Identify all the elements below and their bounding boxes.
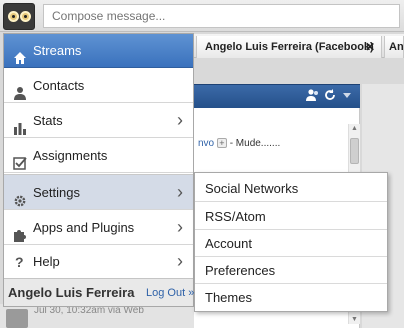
close-icon[interactable]: ✕ [365, 36, 375, 58]
menu-item-label: Contacts [33, 78, 85, 93]
avatar [6, 309, 28, 328]
submenu-item-preferences[interactable]: Preferences [195, 257, 387, 284]
scroll-up-icon[interactable]: ▲ [349, 124, 360, 133]
post-footer: Jul 30, 10:32am via Web [0, 304, 194, 328]
submenu-item-themes[interactable]: Themes [195, 284, 387, 311]
tab-label: An [389, 41, 404, 53]
user-name: Angelo Luis Ferreira [8, 285, 135, 300]
column-header [194, 84, 360, 108]
top-bar [0, 0, 404, 32]
expand-plus-icon[interactable]: + [216, 138, 227, 148]
settings-submenu: Social Networks RSS/Atom Account Prefere… [194, 172, 388, 312]
puzzle-icon [13, 221, 27, 242]
snippet-text: - Mude....... [229, 138, 281, 149]
chevron-right-icon: › [177, 182, 183, 202]
menu-item-label: Settings [33, 185, 80, 200]
person-icon [13, 79, 27, 100]
main-menu: Streams Contacts Stats › Assignments Set… [3, 33, 194, 307]
menu-footer: Angelo Luis Ferreira Log Out » [4, 278, 194, 306]
logout-link[interactable]: Log Out » [146, 287, 194, 299]
menu-item-label: Stats [33, 113, 63, 128]
post-snippet: nvo + - Mude....... [198, 138, 280, 149]
checkbox-icon [13, 149, 27, 170]
menu-item-label: Help [33, 254, 60, 269]
scroll-down-icon[interactable]: ▼ [349, 315, 360, 324]
question-icon: ? [15, 254, 24, 270]
refresh-icon[interactable] [324, 89, 336, 104]
scrollbar-thumb[interactable] [350, 138, 359, 164]
menu-item-label: Assignments [33, 148, 108, 163]
menu-item-streams[interactable]: Streams [4, 34, 193, 68]
submenu-item-rss-atom[interactable]: RSS/Atom [195, 203, 387, 230]
tab-facebook[interactable]: Angelo Luis Ferreira (Facebook) ✕ [196, 36, 382, 58]
menu-item-contacts[interactable]: Contacts [4, 69, 193, 103]
submenu-item-social-networks[interactable]: Social Networks [195, 175, 387, 202]
home-icon [13, 44, 27, 64]
chevron-right-icon: › [177, 251, 183, 271]
people-icon[interactable] [306, 89, 320, 104]
menu-item-label: Streams [33, 43, 82, 58]
menu-item-apps-and-plugins[interactable]: Apps and Plugins › [4, 211, 193, 245]
tab-next[interactable]: An [384, 36, 404, 58]
chevron-right-icon: › [177, 217, 183, 237]
menu-item-assignments[interactable]: Assignments [4, 139, 193, 173]
owl-logo-icon[interactable] [3, 3, 35, 30]
snippet-link[interactable]: nvo [198, 138, 214, 149]
tab-label: Angelo Luis Ferreira (Facebook) [205, 41, 374, 53]
menu-item-label: Apps and Plugins [33, 220, 135, 235]
submenu-item-account[interactable]: Account [195, 230, 387, 257]
dropdown-icon[interactable] [342, 89, 352, 103]
menu-item-settings[interactable]: Settings › [4, 174, 193, 210]
gear-icon [13, 186, 27, 207]
tab-bar: Angelo Luis Ferreira (Facebook) ✕ An [194, 34, 404, 58]
chevron-right-icon: › [177, 110, 183, 130]
compose-message-input[interactable] [43, 4, 400, 28]
bar-chart-icon [13, 114, 27, 135]
menu-item-help[interactable]: ? Help › [4, 245, 193, 279]
menu-item-stats[interactable]: Stats › [4, 104, 193, 138]
